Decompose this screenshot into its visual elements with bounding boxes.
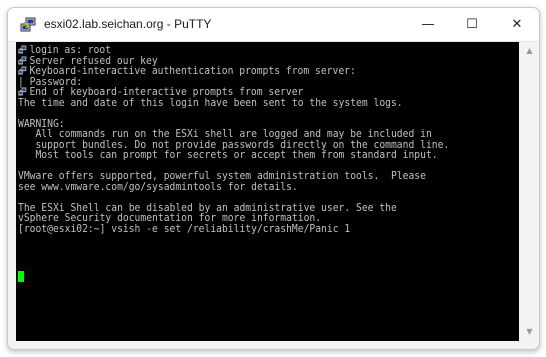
putty-app-icon[interactable] [20, 17, 36, 33]
scroll-down-arrow-icon[interactable]: ▼ [521, 325, 538, 339]
terminal-line-text: [root@esxi02:~] vsish -e set /reliabilit… [18, 221, 351, 235]
terminal-area[interactable]: login as: root Server refused our key Keyb… [16, 42, 519, 341]
scroll-up-arrow-icon[interactable]: ▲ [521, 44, 538, 58]
terminal-cursor [18, 271, 24, 282]
terminal-line: Keyboard-interactive authentication prom… [18, 65, 458, 77]
terminal-line: [root@esxi02:~] vsish -e set /reliabilit… [18, 221, 458, 235]
title-bar[interactable]: esxi02.lab.seichan.org - PuTTY — ☐ ✕ [8, 8, 539, 42]
close-button[interactable]: ✕ [495, 8, 539, 41]
maximize-button[interactable]: ☐ [450, 8, 494, 41]
putty-icon [18, 55, 27, 65]
terminal-line: The time and date of this login have bee… [18, 95, 458, 109]
window-title: esxi02.lab.seichan.org - PuTTY [44, 17, 212, 31]
putty-window: esxi02.lab.seichan.org - PuTTY — ☐ ✕ log… [7, 7, 540, 350]
vertical-scrollbar[interactable]: ▲ ▼ [521, 42, 538, 341]
terminal-line: Most tools can prompt for secrets or acc… [18, 148, 458, 161]
terminal-line-text: Most tools can prompt for secrets or acc… [18, 148, 438, 161]
terminal-line: see www.vmware.com/go/sysadmintools for … [18, 179, 458, 193]
putty-icon [18, 45, 27, 54]
terminal-line-text: see www.vmware.com/go/sysadmintools for … [18, 179, 298, 193]
minimize-button[interactable]: — [406, 8, 450, 41]
terminal-line-text: The time and date of this login have bee… [18, 95, 403, 109]
terminal-output: login as: root Server refused our key Keyb… [18, 44, 518, 235]
